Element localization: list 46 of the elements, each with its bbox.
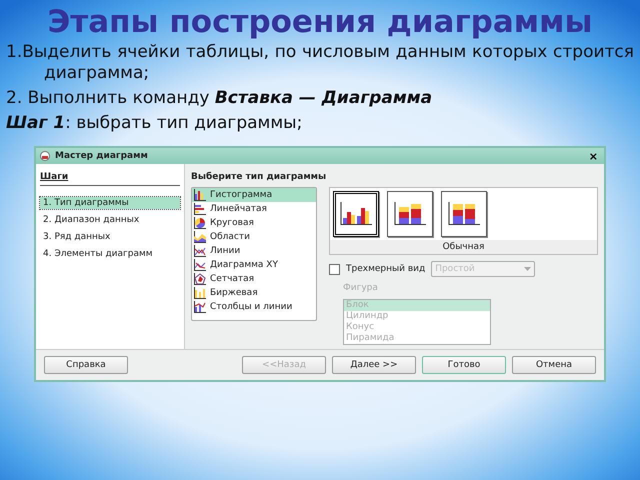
steps-heading: Шаги <box>40 172 180 186</box>
instruction-text: 1.Выделить ячейки таблицы, по числовым данным которых строится диаграмма; <box>6 42 634 84</box>
dialog-button[interactable]: Готово <box>422 356 506 374</box>
section-heading: Выберите тип диаграммы <box>191 172 328 182</box>
chart-type-icon <box>194 301 206 313</box>
chart-variant-option[interactable] <box>387 191 433 237</box>
step-item[interactable]: 4. Элементы диаграмм <box>40 248 180 260</box>
step-item[interactable]: 1. Тип диаграммы <box>40 197 180 209</box>
slide-title: Этапы построения диаграммы <box>46 3 594 42</box>
dialog-title: Мастер диаграмм <box>55 151 149 161</box>
close-button[interactable]: × <box>586 150 600 162</box>
three-d-checkbox[interactable] <box>329 264 340 274</box>
chart-type-icon <box>194 245 206 257</box>
chart-type-icon <box>194 189 206 201</box>
chart-type-item[interactable]: Гистограмма <box>192 188 316 202</box>
variant-caption: Обычная <box>330 240 597 254</box>
caret-icon <box>524 267 532 271</box>
chart-type-icon <box>194 217 206 229</box>
dialog-button[interactable]: Отмена <box>512 356 596 374</box>
chart-type-item[interactable]: Круговая <box>192 216 316 230</box>
bar-chart-thumbnail-icon <box>394 202 426 226</box>
chart-type-item[interactable]: Линейчатая <box>192 202 316 216</box>
instruction-text: 2. Выполнить команду Вставка — Диаграмма <box>6 88 434 109</box>
chart-type-icon <box>194 259 206 271</box>
chart-type-item[interactable]: Диаграмма XY <box>192 258 316 272</box>
step-item[interactable]: 2. Диапазон данных <box>40 214 180 226</box>
checkbox-label: Трехмерный вид <box>346 264 426 274</box>
dialog-button[interactable]: Справка <box>44 356 128 374</box>
chart-type-item[interactable]: Линии <box>192 244 316 258</box>
chart-type-item[interactable]: Биржевая <box>192 286 316 300</box>
chart-type-item[interactable]: Области <box>192 230 316 244</box>
chart-type-icon <box>194 273 206 285</box>
chart-variant-option[interactable] <box>441 191 487 237</box>
instruction-text: Шаг 1: выбрать тип диаграммы; <box>6 113 304 134</box>
app-icon <box>40 151 50 161</box>
step-item[interactable]: 3. Ряд данных <box>40 231 180 243</box>
chart-type-item[interactable]: Сетчатая <box>192 272 316 286</box>
shape-label: Фигура <box>343 283 379 293</box>
chart-type-icon <box>194 231 206 243</box>
bar-chart-thumbnail-icon <box>448 202 480 226</box>
dialog-button[interactable]: Далее >> <box>332 356 416 374</box>
chart-type-item[interactable]: Столбцы и линии <box>192 300 316 314</box>
bar-chart-thumbnail-icon <box>340 202 372 226</box>
chart-type-icon <box>194 287 206 299</box>
chart-type-icon <box>194 203 206 215</box>
chart-variant-option[interactable] <box>333 191 379 237</box>
